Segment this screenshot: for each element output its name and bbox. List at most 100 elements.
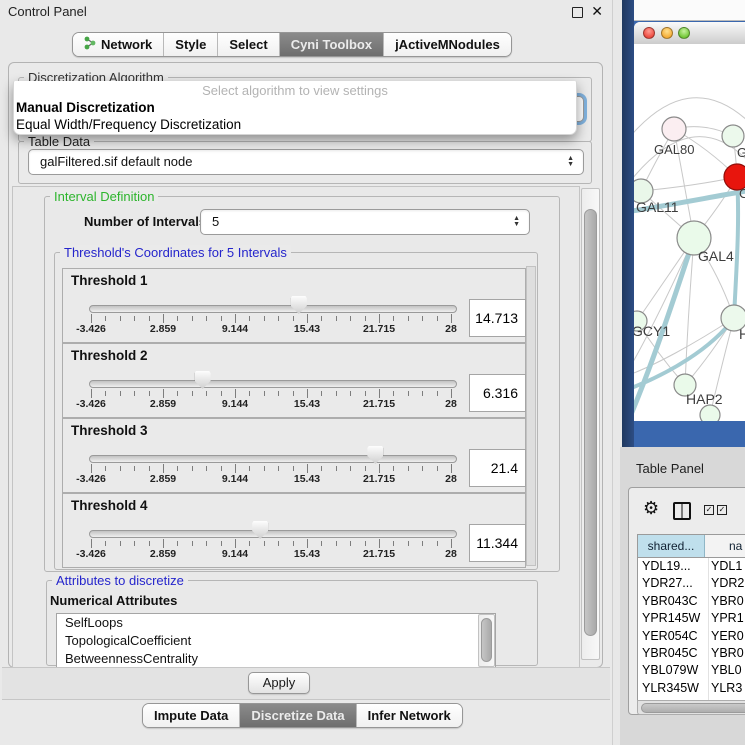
cell-shared-name[interactable]: YER054C bbox=[638, 628, 709, 645]
table-hscrollbar-thumb[interactable] bbox=[641, 703, 745, 713]
cell-name[interactable]: YBR0 bbox=[709, 593, 745, 610]
tab-label: Style bbox=[175, 37, 206, 52]
node-top-right[interactable] bbox=[722, 125, 744, 147]
control-panel-window: Control Panel ✕ NetworkStyleSelectCyni T… bbox=[0, 0, 613, 745]
slider-tick-label: 9.144 bbox=[222, 398, 248, 410]
minimize-traffic-light-icon[interactable] bbox=[661, 27, 673, 39]
cell-shared-name[interactable]: YPR145W bbox=[638, 610, 709, 627]
threshold-value-field[interactable]: 14.713 bbox=[469, 299, 526, 337]
table-row[interactable]: YBR043CYBR0 bbox=[638, 593, 745, 610]
table-row[interactable]: YBR045CYBR0 bbox=[638, 645, 745, 662]
slider-tick bbox=[321, 316, 322, 321]
cell-name[interactable]: YDR2 bbox=[709, 575, 745, 592]
cell-name[interactable]: YDL1 bbox=[709, 558, 745, 575]
table-body[interactable]: YDL19...YDL1YDR27...YDR2YBR043CYBR0YPR14… bbox=[637, 557, 745, 702]
table-row[interactable]: YPR145WYPR1 bbox=[638, 610, 745, 627]
close-traffic-light-icon[interactable] bbox=[643, 27, 655, 39]
slider-tick bbox=[264, 466, 265, 471]
cell-shared-name[interactable]: YDL19... bbox=[638, 558, 709, 575]
apply-button[interactable]: Apply bbox=[248, 672, 310, 694]
node-bottom-partial[interactable] bbox=[700, 405, 720, 421]
cell-shared-name[interactable]: YDR27... bbox=[638, 575, 709, 592]
threshold-value-field[interactable]: 6.316 bbox=[469, 374, 526, 412]
zoom-traffic-light-icon[interactable] bbox=[678, 27, 690, 39]
threshold-value-field[interactable]: 21.4 bbox=[469, 449, 526, 487]
table-data-combo[interactable]: galFiltered.sif default node ▲▼ bbox=[28, 149, 584, 175]
slider-track[interactable] bbox=[89, 455, 457, 463]
table-horizontal-scrollbar[interactable] bbox=[637, 700, 745, 715]
column-header-name[interactable]: na bbox=[705, 535, 745, 557]
cell-shared-name[interactable]: YBL079W bbox=[638, 662, 709, 679]
column-header-shared-name[interactable]: shared... bbox=[638, 535, 705, 557]
attributes-scrollbar-thumb[interactable] bbox=[481, 618, 492, 662]
cell-shared-name[interactable]: YLR345W bbox=[638, 680, 709, 697]
slider-tick bbox=[134, 391, 135, 396]
bottom-tab-label: Impute Data bbox=[154, 708, 228, 723]
bottom-tab-impute-data[interactable]: Impute Data bbox=[143, 704, 239, 727]
slider-tick bbox=[177, 466, 178, 471]
node-gal80[interactable] bbox=[662, 117, 686, 141]
threshold-panel-3: Threshold 3-3.4262.8599.14415.4321.71528… bbox=[62, 418, 526, 493]
tab-cyni-toolbox[interactable]: Cyni Toolbox bbox=[279, 33, 383, 56]
cell-name[interactable]: YBL0 bbox=[709, 662, 745, 679]
node-label: HAP2 bbox=[686, 391, 723, 407]
tab-select[interactable]: Select bbox=[217, 33, 278, 56]
network-nodes[interactable] bbox=[634, 117, 745, 421]
attribute-list-item[interactable]: SelfLoops bbox=[57, 614, 495, 632]
combo-stepper-icon: ▲▼ bbox=[567, 150, 574, 174]
bottom-tab-discretize-data[interactable]: Discretize Data bbox=[239, 704, 355, 727]
network-canvas[interactable]: GAL80 GAL11 GAL4 GCY1 HAP2 G C H bbox=[634, 44, 745, 421]
float-window-icon[interactable] bbox=[572, 7, 583, 18]
attributes-list-scrollbar[interactable] bbox=[478, 614, 495, 667]
columns-icon[interactable] bbox=[673, 502, 691, 520]
slider-tick bbox=[408, 466, 409, 471]
cell-name[interactable]: YPR1 bbox=[709, 610, 745, 627]
slider-tick bbox=[120, 541, 121, 546]
slider-tick bbox=[437, 391, 438, 396]
attribute-list-item[interactable]: TopologicalCoefficient bbox=[57, 632, 495, 650]
attribute-list-item[interactable]: BetweennessCentrality bbox=[57, 650, 495, 668]
slider-track[interactable] bbox=[89, 380, 457, 388]
num-intervals-combo[interactable]: 5 ▲▼ bbox=[200, 209, 530, 235]
tab-network[interactable]: Network bbox=[73, 33, 163, 56]
thresholds-group-title: Threshold's Coordinates for 5 Intervals bbox=[60, 245, 291, 260]
checkbox-icon[interactable]: ✓ bbox=[717, 505, 727, 515]
threshold-value-field[interactable]: 11.344 bbox=[469, 524, 526, 562]
tab-style[interactable]: Style bbox=[163, 33, 217, 56]
algorithm-popup-item-equal-width[interactable]: Equal Width/Frequency Discretization bbox=[14, 117, 576, 134]
slider-tick-label: -3.426 bbox=[76, 323, 106, 335]
slider-tick bbox=[307, 389, 308, 398]
thresholds-scrollbar[interactable] bbox=[526, 266, 536, 566]
algorithm-popup-item-manual[interactable]: Manual Discretization bbox=[14, 100, 576, 117]
checkbox-icon[interactable]: ✓ bbox=[704, 505, 714, 515]
slider-tick bbox=[177, 391, 178, 396]
network-icon bbox=[84, 36, 96, 53]
numerical-attributes-list[interactable]: SelfLoopsTopologicalCoefficientBetweenne… bbox=[56, 613, 496, 668]
slider-tick-label: 21.715 bbox=[363, 398, 395, 410]
table-row[interactable]: YER054CYER0 bbox=[638, 628, 745, 645]
slider-track[interactable] bbox=[89, 305, 457, 313]
settings-vertical-scrollbar[interactable] bbox=[581, 188, 600, 660]
gear-icon[interactable]: ⚙ bbox=[643, 498, 659, 519]
tab-jactivemnodules[interactable]: jActiveMNodules bbox=[383, 33, 511, 56]
slider-tick-label: 15.43 bbox=[294, 548, 320, 560]
settings-scrollbar-thumb[interactable] bbox=[584, 209, 597, 636]
cell-name[interactable]: YBR0 bbox=[709, 645, 745, 662]
slider-tick bbox=[350, 541, 351, 546]
cell-shared-name[interactable]: YBR043C bbox=[638, 593, 709, 610]
threshold-label: Threshold 2 bbox=[71, 348, 148, 363]
table-row[interactable]: YDR27...YDR2 bbox=[638, 575, 745, 592]
network-window-titlebar[interactable] bbox=[634, 22, 745, 45]
slider-track[interactable] bbox=[89, 530, 457, 538]
bottom-tab-infer-network[interactable]: Infer Network bbox=[356, 704, 462, 727]
slider-tick bbox=[379, 539, 380, 548]
table-row[interactable]: YDL19...YDL1 bbox=[638, 558, 745, 575]
cell-name[interactable]: YER0 bbox=[709, 628, 745, 645]
table-row[interactable]: YBL079WYBL0 bbox=[638, 662, 745, 679]
bottom-tab-label: Discretize Data bbox=[251, 708, 344, 723]
cell-shared-name[interactable]: YBR045C bbox=[638, 645, 709, 662]
application-root: Control Panel ✕ NetworkStyleSelectCyni T… bbox=[0, 0, 745, 745]
table-row[interactable]: YLR345WYLR3 bbox=[638, 680, 745, 697]
cell-name[interactable]: YLR3 bbox=[709, 680, 745, 697]
close-icon[interactable]: ✕ bbox=[591, 3, 603, 20]
